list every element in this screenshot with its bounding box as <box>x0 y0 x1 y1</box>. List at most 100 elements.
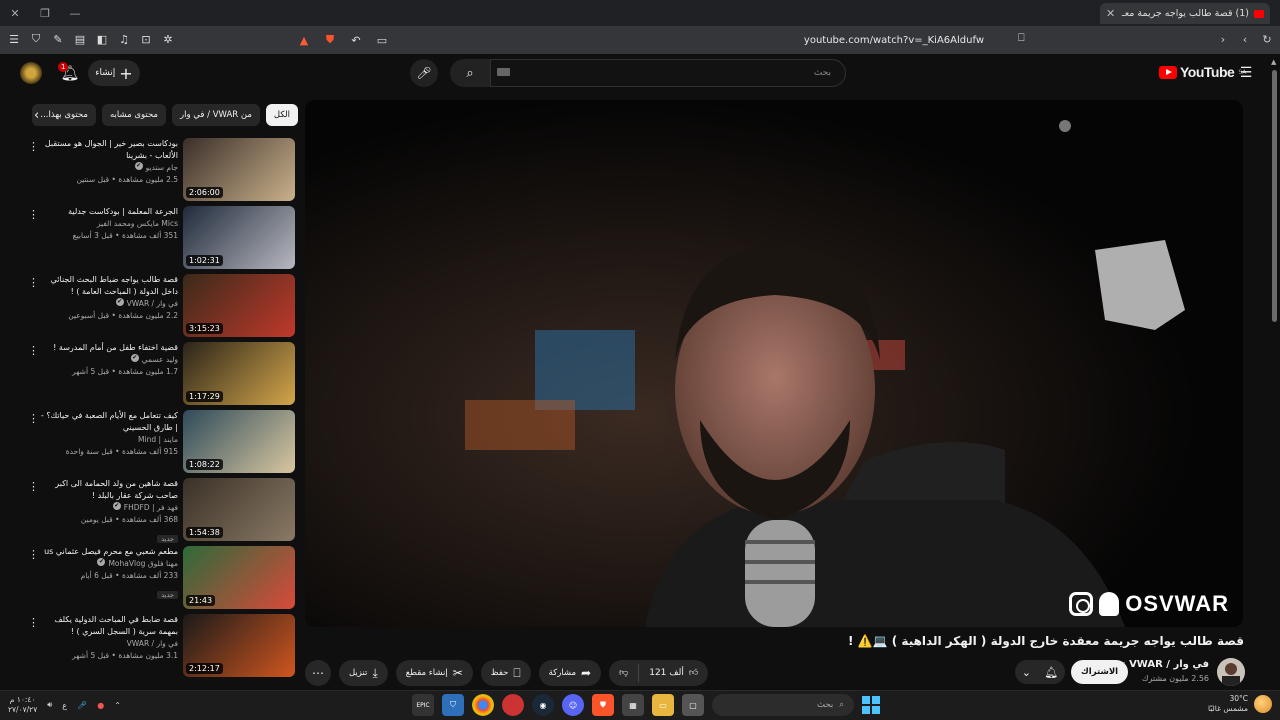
start-icon[interactable] <box>862 696 880 714</box>
discord-icon[interactable]: ☺ <box>562 694 584 716</box>
more-actions-button[interactable]: ⋯ <box>305 660 331 686</box>
scroll-up-icon[interactable]: ▲ <box>1271 58 1276 66</box>
extension-icon[interactable]: ✎ <box>50 31 66 47</box>
browser-tab[interactable]: (1) قصة طالب يواجه جريمة معـ ✕ <box>1100 3 1270 24</box>
video-thumbnail[interactable]: 21:43 <box>183 546 295 609</box>
store-icon[interactable]: ▦ <box>622 694 644 716</box>
channel-name[interactable]: في وار / VWAR <box>127 638 178 650</box>
guide-menu-icon[interactable]: ☰ <box>1238 65 1254 81</box>
language-indicator[interactable]: ع <box>62 701 67 710</box>
music-icon[interactable]: ♫ <box>116 31 132 47</box>
save-button[interactable]: حفظ ⎕ <box>480 660 531 686</box>
video-thumbnail[interactable]: 1:08:22 <box>183 410 295 473</box>
video-title[interactable]: مطعم شعبي مع محرم فيصل عثماني us <box>40 546 178 558</box>
puzzle-icon[interactable]: ✲ <box>160 31 176 47</box>
screenshot-icon[interactable]: ⊡ <box>138 31 154 47</box>
video-title[interactable]: الجرعة المعلمة | بودكاست جدلية <box>40 206 178 218</box>
more-vertical-icon[interactable]: ⋮ <box>28 412 39 425</box>
chevron-left-icon[interactable]: ‹ <box>34 108 39 123</box>
dislike-icon[interactable]: 👎︎ <box>609 660 638 686</box>
channel-name[interactable]: في وار / VWAR ✔ <box>1119 659 1209 670</box>
video-title[interactable]: كيف تتعامل مع الأيام الصعبة في حياتك؟ - … <box>40 410 178 434</box>
clip-button[interactable]: إنشاء مقطع ✂ <box>395 660 473 686</box>
more-vertical-icon[interactable]: ⋮ <box>28 276 39 289</box>
account-avatar[interactable] <box>20 62 42 84</box>
keyboard-icon[interactable] <box>497 68 510 76</box>
channel-name[interactable]: مهنا فلوق MohaVlog <box>108 558 178 570</box>
filter-chip[interactable]: الكل <box>265 104 298 126</box>
menu-icon[interactable]: ☰ <box>6 31 22 47</box>
url-field[interactable]: youtube.com/watch?v=_KiA6Aldufw <box>380 30 1040 50</box>
scrollbar-thumb[interactable] <box>1272 70 1277 322</box>
channel-name[interactable]: مايند | Mind <box>138 434 178 446</box>
share-button[interactable]: مشاركة ➦ <box>538 660 602 686</box>
download-button[interactable]: تنزيل ⤓ <box>339 660 388 686</box>
recommendation-item[interactable]: 1:08:22 كيف تتعامل مع الأيام الصعبة في حي… <box>20 408 296 476</box>
sidebar-icon[interactable]: ◧ <box>94 31 110 47</box>
window-icon[interactable]: ▢ <box>682 694 704 716</box>
microphone-icon[interactable]: 🎤︎ <box>77 701 87 710</box>
video-thumbnail[interactable]: 1:54:38 <box>183 478 295 541</box>
youtube-logo[interactable]: YouTube SA <box>1159 64 1246 80</box>
video-title[interactable]: بودكاست بصير خير | الجوال هو مستقبل الأل… <box>40 138 178 162</box>
chrome-icon[interactable] <box>472 694 494 716</box>
minimize-window-icon[interactable]: — <box>60 0 90 26</box>
video-player[interactable]: OSVWAR <box>305 100 1243 627</box>
clock[interactable]: ١٠:٤٠ م ٢٧/٠٧/٢٧ <box>8 695 37 715</box>
video-title[interactable]: قصة طالب يواجه ضباط البحث الجنائي داخل ا… <box>40 274 178 298</box>
channel-name[interactable]: وليد عسمي <box>142 354 178 366</box>
notification-settings-button[interactable]: ⌄ 🔔︎ <box>1015 660 1065 684</box>
more-vertical-icon[interactable]: ⋮ <box>28 344 39 357</box>
more-vertical-icon[interactable]: ⋮ <box>28 140 39 153</box>
more-vertical-icon[interactable]: ⋮ <box>28 616 39 629</box>
brave-rewards-icon[interactable]: ▲ <box>295 31 313 49</box>
recommendation-item[interactable]: 1:17:29 قضية اختفاء طفل من أمام المدرسة !… <box>20 340 296 408</box>
game-icon[interactable] <box>502 694 524 716</box>
filter-chip[interactable]: محتوى مشابه <box>101 104 166 126</box>
undo-icon[interactable]: ↶ <box>347 31 365 49</box>
more-vertical-icon[interactable]: ⋮ <box>28 480 39 493</box>
channel-avatar[interactable] <box>1217 658 1245 686</box>
channel-name[interactable]: فهد فر | FHDFD <box>124 502 178 514</box>
channel-name[interactable]: في وار / VWAR <box>127 298 178 310</box>
taskbar-search[interactable]: ⌕ بحث <box>712 694 854 716</box>
recommendation-item[interactable]: 2:12:17 قصة ضابط في المباحث الدولية يكلف … <box>20 612 296 680</box>
video-thumbnail[interactable]: 1:17:29 <box>183 342 295 405</box>
create-button[interactable]: إنشاء + <box>88 60 140 86</box>
app-shield-icon[interactable]: ⛉ <box>442 694 464 716</box>
close-tab-icon[interactable]: ✕ <box>1106 7 1115 20</box>
channel-name[interactable]: جام ستديو <box>146 162 178 174</box>
video-title[interactable]: قصة ضابط في المباحث الدولية يكلف بمهمة س… <box>40 614 178 638</box>
close-window-icon[interactable]: ✕ <box>0 0 30 26</box>
weather-widget[interactable]: 30°C مشمس غالبًا <box>1208 694 1272 714</box>
recommendation-item[interactable]: 1:02:31 الجرعة المعلمة | بودكاست جدلية Mic… <box>20 204 296 272</box>
recommendation-item[interactable]: 1:54:38 قصة شاهين من ولد الحمامة الى اكبر… <box>20 476 296 544</box>
more-vertical-icon[interactable]: ⋮ <box>28 548 39 561</box>
video-title[interactable]: قضية اختفاء طفل من أمام المدرسة ! <box>40 342 178 354</box>
video-thumbnail[interactable]: 1:02:31 <box>183 206 295 269</box>
tray-app-icon[interactable]: ● <box>97 701 104 710</box>
voice-search-icon[interactable]: 🎤︎ <box>410 59 438 87</box>
channel-name[interactable]: Mics مايكس ومحمد الفيز <box>97 218 178 230</box>
recommendation-item[interactable]: 3:15:23 قصة طالب يواجه ضباط البحث الجنائي… <box>20 272 296 340</box>
maximize-window-icon[interactable]: ❐ <box>30 0 60 26</box>
bookmark-icon[interactable]: ⎕ <box>1018 31 1025 45</box>
like-button[interactable]: 121 ألف 👍︎ <box>638 664 708 682</box>
folder-icon[interactable]: ▭ <box>652 694 674 716</box>
shield-icon[interactable]: ⛉ <box>28 31 44 47</box>
video-thumbnail[interactable]: 2:06:00 <box>183 138 295 201</box>
recommendation-item[interactable]: 2:06:00 بودكاست بصير خير | الجوال هو مستق… <box>20 136 296 204</box>
more-vertical-icon[interactable]: ⋮ <box>28 208 39 221</box>
reload-icon[interactable]: ↻ <box>1260 31 1274 47</box>
video-thumbnail[interactable]: 2:12:17 <box>183 614 295 677</box>
brave-icon[interactable]: ⛊ <box>592 694 614 716</box>
recommendation-item[interactable]: 21:43 مطعم شعبي مع محرم فيصل عثماني us مهن… <box>20 544 296 612</box>
forward-icon[interactable]: › <box>1216 31 1230 47</box>
brave-shield-icon[interactable]: ⛊ <box>321 31 339 49</box>
steam-icon[interactable]: ◉ <box>532 694 554 716</box>
search-icon[interactable]: ⌕ <box>450 59 490 87</box>
page-scrollbar[interactable]: ▲ <box>1270 58 1278 698</box>
tray-chevron-icon[interactable]: ⌃ <box>114 701 121 710</box>
tabs-icon[interactable]: ▤ <box>72 31 88 47</box>
epic-games-icon[interactable]: EPIC <box>412 694 434 716</box>
